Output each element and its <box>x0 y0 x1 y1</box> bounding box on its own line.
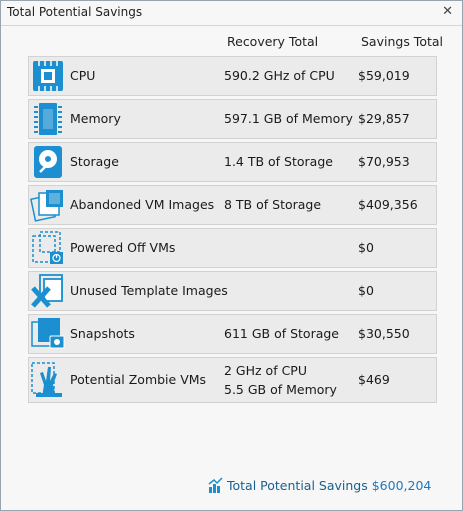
item-savings: $59,019 <box>358 68 410 83</box>
list-item-unused-template-images: Unused Template Images $0 <box>28 271 437 311</box>
item-name: Storage <box>70 154 119 169</box>
item-savings: $0 <box>358 283 374 298</box>
total-label: Total Potential Savings <box>227 478 368 493</box>
item-savings: $469 <box>358 372 390 387</box>
recovery-total-header: Recovery Total <box>227 34 319 49</box>
list-item-abandoned-vm-images: Abandoned VM Images 8 TB of Storage $409… <box>28 185 437 225</box>
unused-template-icon <box>31 274 63 308</box>
item-name: CPU <box>70 68 96 83</box>
item-recovery-secondary: 5.5 GB of Memory <box>224 382 337 397</box>
savings-window: Total Potential Savings ✕ Recovery Total… <box>0 0 463 511</box>
title-bar: Total Potential Savings ✕ <box>1 1 462 26</box>
total-savings: Total Potential Savings $600,204 <box>208 477 431 493</box>
memory-icon <box>34 103 62 135</box>
list-item-storage: Storage 1.4 TB of Storage $70,953 <box>28 142 437 182</box>
item-savings: $29,857 <box>358 111 410 126</box>
item-recovery: 590.2 GHz of CPU <box>224 68 335 83</box>
snapshot-icon <box>31 318 65 349</box>
item-name: Snapshots <box>70 326 135 341</box>
list-item-memory: Memory 597.1 GB of Memory $29,857 <box>28 99 437 139</box>
item-savings: $409,356 <box>358 197 418 212</box>
list-item-powered-off-vms: Powered Off VMs $0 <box>28 228 437 268</box>
item-recovery: 8 TB of Storage <box>224 197 322 212</box>
item-savings: $30,550 <box>358 326 410 341</box>
item-name: Memory <box>70 111 121 126</box>
list-item-potential-zombie-vms: Potential Zombie VMs 2 GHz of CPU 5.5 GB… <box>28 357 437 403</box>
window-title: Total Potential Savings <box>7 5 143 19</box>
item-name: Unused Template Images <box>70 283 228 298</box>
chart-growth-icon <box>208 477 223 493</box>
item-recovery: 611 GB of Storage <box>224 326 339 341</box>
storage-icon <box>34 146 62 178</box>
item-name: Potential Zombie VMs <box>70 372 207 387</box>
list-item-snapshots: Snapshots 611 GB of Storage $30,550 <box>28 314 437 354</box>
total-value: $600,204 <box>371 478 432 493</box>
item-recovery: 1.4 TB of Storage <box>224 154 333 169</box>
savings-total-header: Savings Total <box>361 34 444 49</box>
item-name: Abandoned VM Images <box>70 197 215 212</box>
item-savings: $0 <box>358 240 374 255</box>
item-name: Powered Off VMs <box>70 240 176 255</box>
close-icon[interactable]: ✕ <box>442 4 453 19</box>
item-recovery: 2 GHz of CPU <box>224 363 307 378</box>
item-savings: $70,953 <box>358 154 410 169</box>
abandoned-vm-images-icon <box>30 190 63 222</box>
item-recovery: 597.1 GB of Memory <box>224 111 353 126</box>
savings-list: CPU 590.2 GHz of CPU $59,019 Memory 597.… <box>28 56 437 406</box>
list-item-cpu: CPU 590.2 GHz of CPU $59,019 <box>28 56 437 96</box>
cpu-icon <box>33 61 63 91</box>
powered-off-vm-icon <box>32 231 63 264</box>
zombie-icon <box>31 362 62 397</box>
